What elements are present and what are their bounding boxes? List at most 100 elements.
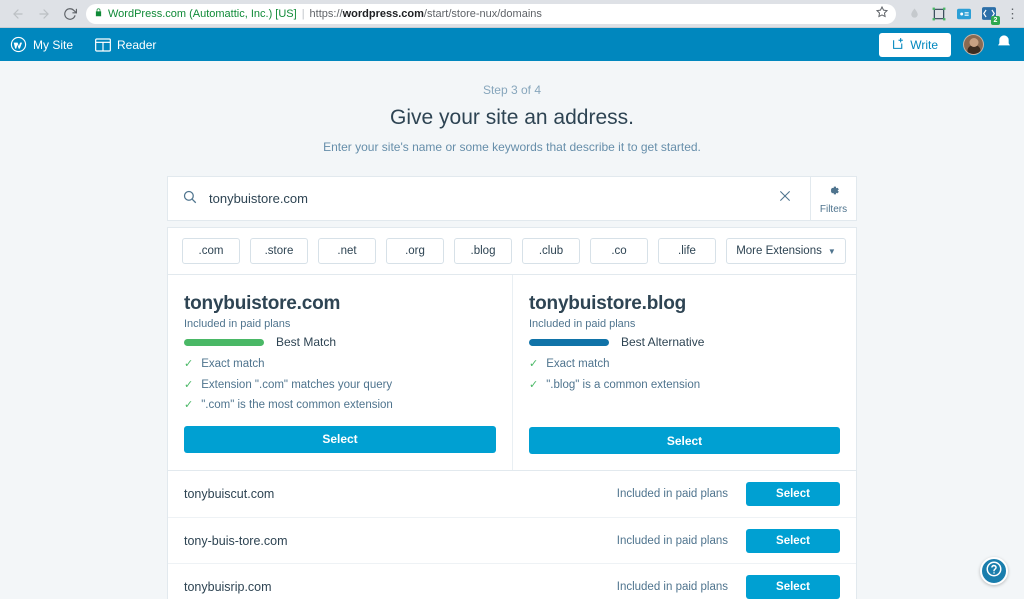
extension-badge-icon[interactable]: 2 — [981, 6, 1000, 25]
domain-card-best-alternative: tonybuistore.blog Included in paid plans… — [512, 275, 856, 471]
card-match-meter-row: Best Alternative — [529, 335, 840, 349]
row-domain-name: tonybuisrip.com — [184, 579, 272, 594]
filters-button[interactable]: Filters — [810, 177, 856, 220]
card-reason-list: ✓ Exact match ✓ Extension ".com" matches… — [184, 358, 496, 412]
domain-suggestion-list: tonybuiscut.com Included in paid plans S… — [167, 471, 857, 599]
write-label: Write — [910, 37, 938, 52]
table-row: tonybuisrip.com Included in paid plans S… — [168, 563, 856, 599]
card-footer: Select — [529, 427, 840, 455]
featured-domain-cards: tonybuistore.com Included in paid plans … — [167, 275, 857, 472]
card-domain-name: tonybuistore.com — [184, 293, 341, 314]
masterbar-reader-label: Reader — [117, 37, 157, 52]
reader-icon — [95, 37, 111, 52]
row-plan-note: Included in paid plans — [616, 488, 728, 501]
help-button[interactable] — [980, 557, 1008, 585]
reason-text: ".com" is the most common extension — [201, 399, 393, 412]
card-plan-note: Included in paid plans — [529, 318, 636, 330]
screenshot-icon[interactable] — [931, 6, 947, 22]
card-footer: Select — [184, 425, 496, 453]
reason-item: ✓ ".blog" is a common extension — [529, 379, 840, 392]
extension-pill-co[interactable]: .co — [590, 238, 648, 264]
site-identity: WordPress.com (Automattic, Inc.) [US] — [108, 7, 297, 20]
extension-pill-life[interactable]: .life — [658, 238, 716, 264]
extension-pill-club[interactable]: .club — [522, 238, 580, 264]
row-plan-note: Included in paid plans — [616, 534, 728, 547]
domain-search-bar: Filters — [167, 176, 857, 221]
check-icon: ✓ — [184, 378, 194, 391]
filters-label: Filters — [819, 203, 848, 215]
row-domain-name: tonybuiscut.com — [184, 487, 275, 502]
wordpress-logo-icon — [10, 36, 27, 53]
omnibox-divider: | — [301, 7, 305, 20]
reason-text: Extension ".com" matches your query — [201, 378, 393, 391]
select-button[interactable]: Select — [184, 425, 496, 453]
more-extensions-label: More Extensions — [736, 245, 822, 257]
url-text: https://wordpress.com/start/store-nux/do… — [310, 8, 871, 20]
chevron-down-icon: ▼ — [827, 246, 836, 256]
bookmark-star-icon[interactable] — [875, 5, 889, 21]
select-button[interactable]: Select — [529, 427, 840, 455]
table-row: tony-buis-tore.com Included in paid plan… — [168, 517, 856, 563]
extension-pill-com[interactable]: .com — [182, 238, 240, 264]
match-meter-bar — [529, 338, 609, 346]
more-extensions-dropdown[interactable]: More Extensions ▼ — [726, 238, 846, 264]
avatar[interactable] — [963, 34, 984, 55]
step-indicator: Step 3 of 4 — [482, 83, 542, 97]
reason-text: ".blog" is a common extension — [546, 378, 701, 391]
reason-item: ✓ Exact match — [529, 358, 840, 371]
domain-search-shell: Filters .com .store .net .org .blog .clu… — [167, 176, 857, 599]
extension-pill-blog[interactable]: .blog — [454, 238, 512, 264]
masterbar-my-site-label: My Site — [33, 37, 74, 52]
select-button[interactable]: Select — [746, 528, 840, 553]
url-path: /start/store-nux/domains — [423, 7, 542, 20]
extension-pill-org[interactable]: .org — [386, 238, 444, 264]
page-subtitle: Enter your site's name or some keywords … — [323, 140, 701, 154]
masterbar-item-reader[interactable]: Reader — [95, 28, 168, 61]
write-button[interactable]: Write — [879, 32, 951, 57]
signup-step-page: Step 3 of 4 Give your site an address. E… — [0, 61, 1024, 599]
gear-icon — [826, 183, 841, 203]
select-button[interactable]: Select — [746, 482, 840, 507]
extension-badge-count: 2 — [991, 15, 1000, 25]
search-input[interactable] — [209, 191, 762, 206]
check-icon: ✓ — [529, 378, 539, 391]
search-field[interactable] — [168, 177, 810, 220]
table-row: tonybuiscut.com Included in paid plans S… — [168, 471, 856, 517]
extension-filter-bar: .com .store .net .org .blog .club .co .l… — [167, 227, 857, 275]
search-icon — [182, 189, 197, 209]
address-bar[interactable]: WordPress.com (Automattic, Inc.) [US] | … — [86, 3, 896, 24]
water-drop-icon[interactable] — [906, 6, 922, 22]
row-domain-name: tony-buis-tore.com — [184, 533, 288, 548]
reason-item: ✓ Exact match — [184, 358, 496, 371]
extension-icon[interactable] — [956, 6, 972, 22]
card-reason-list: ✓ Exact match ✓ ".blog" is a common exte… — [529, 358, 840, 391]
browser-toolbar: WordPress.com (Automattic, Inc.) [US] | … — [0, 0, 1024, 28]
reason-text: Exact match — [546, 358, 610, 370]
masterbar-right-group: Write — [879, 32, 1012, 57]
row-plan-note: Included in paid plans — [616, 580, 728, 593]
check-icon: ✓ — [184, 399, 194, 412]
match-meter-bar — [184, 338, 264, 346]
card-plan-note: Included in paid plans — [184, 318, 291, 330]
page-title: Give your site an address. — [390, 106, 634, 129]
select-button[interactable]: Select — [746, 574, 840, 599]
extension-pill-store[interactable]: .store — [250, 238, 308, 264]
lock-icon — [94, 8, 103, 19]
match-meter-label: Best Match — [276, 335, 337, 349]
domain-card-best-match: tonybuistore.com Included in paid plans … — [168, 275, 512, 470]
notification-bell-icon[interactable] — [996, 34, 1012, 55]
masterbar-item-my-site[interactable]: My Site — [10, 28, 85, 61]
menu-kebab-icon[interactable]: ⋮ — [1006, 7, 1019, 20]
back-button[interactable] — [8, 4, 28, 24]
extension-pill-net[interactable]: .net — [318, 238, 376, 264]
forward-button[interactable] — [34, 4, 54, 24]
browser-extension-icons: 2 ⋮ — [902, 6, 1019, 25]
reason-text: Exact match — [201, 358, 265, 370]
reason-item: ✓ ".com" is the most common extension — [184, 399, 496, 412]
url-host: wordpress.com — [342, 7, 424, 20]
close-x-icon[interactable] — [774, 189, 796, 208]
reload-button[interactable] — [60, 4, 80, 24]
card-match-meter-row: Best Match — [184, 335, 496, 349]
match-meter-label: Best Alternative — [621, 335, 705, 349]
help-question-icon — [985, 560, 1003, 582]
